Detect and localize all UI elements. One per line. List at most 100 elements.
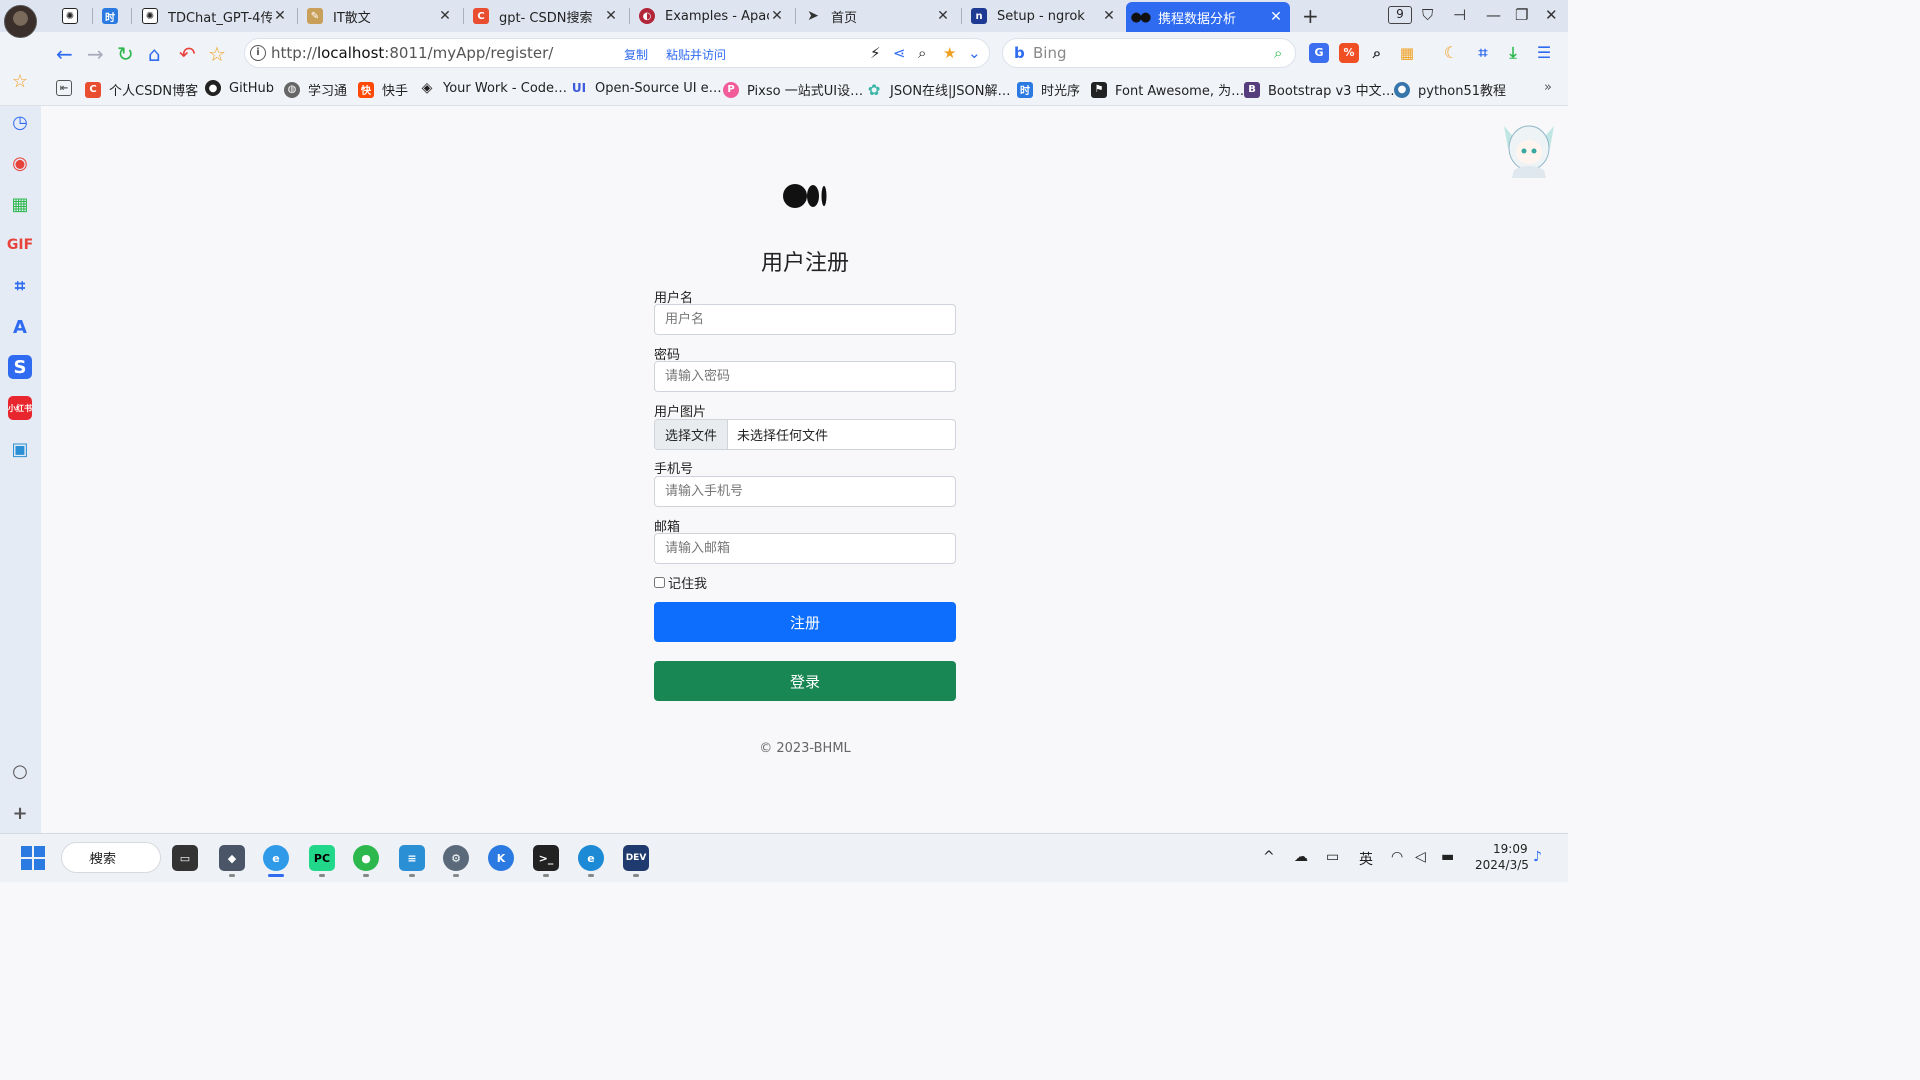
back-arrow-icon[interactable]: ← xyxy=(56,42,73,66)
taskbar-search[interactable]: 搜索 xyxy=(61,842,161,873)
close-tab-icon[interactable]: ✕ xyxy=(935,8,951,24)
cloud-icon[interactable]: ☁ xyxy=(1294,849,1308,865)
terminal-icon[interactable]: >_ xyxy=(533,845,559,871)
copy-link[interactable]: 复制 xyxy=(624,46,648,63)
lightbulb-icon[interactable]: ○ xyxy=(9,760,31,782)
notepad-icon[interactable]: ≡ xyxy=(399,845,425,871)
k-app-icon[interactable]: K xyxy=(488,845,514,871)
favorite-star-icon[interactable]: ★ xyxy=(943,44,956,62)
restore-button[interactable]: ❐ xyxy=(1515,6,1528,24)
forward-arrow-icon[interactable]: → xyxy=(87,42,104,66)
magnifier-tool-icon[interactable]: ⌕ xyxy=(1367,43,1387,63)
lightning-icon[interactable]: ⚡ xyxy=(870,44,881,62)
bookmark-shiguangxu[interactable]: 时时光序 xyxy=(1017,80,1080,99)
zoom-icon[interactable]: ⌕ xyxy=(918,44,926,62)
tab-count-badge[interactable]: 9 xyxy=(1388,6,1412,24)
mascot-image[interactable] xyxy=(1494,118,1564,180)
tab-it-sanwen[interactable]: ✎ IT散文 ✕ xyxy=(301,2,459,30)
chevron-down-icon[interactable]: ⌄ xyxy=(968,44,981,62)
tab-chatgpt-pinned[interactable]: ✺ xyxy=(56,2,88,30)
bookmark-csdn[interactable]: C 个人CSDN博客 xyxy=(85,80,198,99)
notification-bell-icon[interactable]: ♪ xyxy=(1533,849,1542,865)
tab-apache-examples[interactable]: ◐ Examples - Apac… ✕ xyxy=(633,2,791,30)
translate-icon[interactable]: G xyxy=(1309,43,1329,63)
devtools-icon[interactable]: DEV xyxy=(623,845,649,871)
bookmark-json[interactable]: ✿ JSON在线|JSON解… xyxy=(866,80,1011,100)
tab-ngrok[interactable]: n Setup - ngrok ✕ xyxy=(965,2,1123,30)
minimize-button[interactable]: — xyxy=(1486,6,1501,24)
clock-time[interactable]: 19:09 xyxy=(1493,842,1528,856)
close-tab-icon[interactable]: ✕ xyxy=(272,8,288,24)
tab-csdn-search[interactable]: C gpt- CSDN搜索 ✕ xyxy=(467,2,625,30)
url-text[interactable]: http://localhost:8011/myApp/register/ xyxy=(271,44,553,62)
pycharm-icon[interactable]: PC xyxy=(309,845,335,871)
gif-icon[interactable]: GIF xyxy=(7,234,33,256)
apps-grid-icon[interactable]: ▦ xyxy=(1397,43,1417,63)
app-s-icon[interactable]: S xyxy=(8,355,32,379)
close-window-button[interactable]: ✕ xyxy=(1545,6,1558,24)
crop-icon[interactable]: ⌗ xyxy=(9,275,31,297)
record-icon[interactable]: ◉ xyxy=(9,152,31,174)
tab-home[interactable]: ➤ 首页 ✕ xyxy=(799,2,957,30)
windows-start-icon[interactable] xyxy=(21,846,45,870)
browser-icon[interactable]: e xyxy=(263,845,289,871)
history-clock-icon[interactable]: ◷ xyxy=(9,111,31,133)
user-image-file-input[interactable]: 选择文件 未选择任何文件 xyxy=(654,419,956,450)
wechat-icon[interactable]: ● xyxy=(353,845,379,871)
share-icon[interactable]: ⋖ xyxy=(893,44,906,62)
menu-icon[interactable]: ☰ xyxy=(1534,43,1554,63)
night-mode-icon[interactable]: ☾ xyxy=(1441,43,1461,63)
bookmark-bootstrap[interactable]: B Bootstrap v3 中文… xyxy=(1244,80,1395,99)
register-button[interactable]: 注册 xyxy=(654,602,956,642)
volume-icon[interactable]: ◁ xyxy=(1415,849,1426,865)
search-icon[interactable]: ⌕ xyxy=(1274,44,1282,62)
more-bookmarks-icon[interactable]: » xyxy=(1544,80,1552,95)
new-tab-button[interactable]: + xyxy=(1302,4,1319,28)
clock-date[interactable]: 2024/3/5 xyxy=(1475,858,1529,872)
remember-me-checkbox[interactable] xyxy=(654,577,665,588)
paste-and-go-link[interactable]: 粘贴并访问 xyxy=(666,46,726,63)
xiaohongshu-icon[interactable]: 小红书 xyxy=(8,396,32,420)
remember-me[interactable]: 记住我 xyxy=(654,573,707,592)
username-input[interactable] xyxy=(654,304,956,335)
bookmark-xuexitong[interactable]: ◍ 学习通 xyxy=(284,80,347,99)
search-engine-label[interactable]: Bing xyxy=(1033,44,1067,62)
phone-input[interactable] xyxy=(654,476,956,507)
close-tab-icon[interactable]: ✕ xyxy=(1101,8,1117,24)
login-button[interactable]: 登录 xyxy=(654,661,956,701)
close-tab-icon[interactable]: ✕ xyxy=(603,8,619,24)
edge-icon[interactable]: e xyxy=(578,845,604,871)
tab-calendar-pinned[interactable]: 时 xyxy=(96,2,128,30)
bookmark-kuaishou[interactable]: 快快手 xyxy=(358,80,408,99)
settings-gear-icon[interactable]: ⚙ xyxy=(443,845,469,871)
bookmark-font-awesome[interactable]: ⚑ Font Awesome, 为… xyxy=(1091,80,1244,99)
bookmark-codepen[interactable]: ◈ Your Work - Code… xyxy=(419,80,567,96)
ime-indicator[interactable]: 英 xyxy=(1359,849,1373,869)
download-icon[interactable]: ⤓ xyxy=(1503,43,1523,63)
pin-icon[interactable]: ⊣ xyxy=(1453,6,1466,24)
sidebar-toggle-icon[interactable]: ⇤ xyxy=(56,80,80,96)
choose-file-button[interactable]: 选择文件 xyxy=(655,420,729,449)
favorites-star-icon[interactable]: ☆ xyxy=(9,70,31,92)
wifi-icon[interactable]: ◠ xyxy=(1391,849,1403,865)
bookmark-open-source-ui[interactable]: UI Open-Source UI e… xyxy=(571,80,722,96)
info-icon[interactable]: i xyxy=(250,45,266,61)
reload-icon[interactable]: ↻ xyxy=(117,42,134,66)
bookmark-pixso[interactable]: P Pixso 一站式UI设… xyxy=(723,80,863,99)
tab-ctrip-analysis[interactable]: ●● 携程数据分析 ✕ xyxy=(1126,2,1290,32)
tab-tdchat[interactable]: ✺ TDChat_GPT-4传… ✕ xyxy=(136,2,294,30)
shirt-icon[interactable]: ⛉ xyxy=(1422,6,1433,24)
password-input[interactable] xyxy=(654,361,956,392)
monitor-icon[interactable]: ▣ xyxy=(9,438,31,460)
crop-icon[interactable]: ⌗ xyxy=(1473,43,1493,63)
email-input[interactable] xyxy=(654,533,956,564)
add-icon[interactable]: + xyxy=(9,802,31,824)
gif-tool-icon[interactable]: % xyxy=(1339,43,1359,63)
text-recognition-icon[interactable]: A xyxy=(9,316,31,338)
home-icon[interactable]: ⌂ xyxy=(148,42,161,66)
apps-grid-icon[interactable]: ▦ xyxy=(9,193,31,215)
task-view-icon[interactable]: ▭ xyxy=(172,845,198,871)
keyboard-icon[interactable]: ▭ xyxy=(1326,849,1339,865)
bookmark-github[interactable]: ● GitHub xyxy=(205,80,274,96)
bookmark-python51[interactable]: ● python51教程 xyxy=(1394,80,1506,99)
